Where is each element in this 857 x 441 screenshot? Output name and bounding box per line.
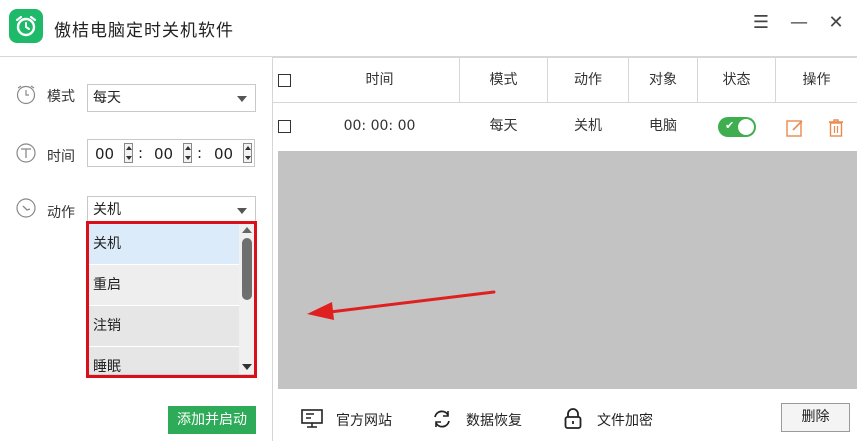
time-picker: 00 : 00 : 00 [87,139,255,167]
edit-icon[interactable] [785,118,805,138]
refresh-icon[interactable] [431,408,453,430]
row-target: 电脑 [649,118,677,134]
action-select[interactable]: 关机 [87,196,256,224]
title-bar: 傲桔电脑定时关机软件 ☰ — ✕ [0,0,857,57]
lock-icon[interactable] [563,407,583,430]
trash-icon[interactable] [826,117,846,138]
time-icon [16,143,36,163]
mode-label: 模式 [47,89,75,105]
hour-spinner[interactable] [124,143,133,163]
mode-select[interactable]: 每天 [87,84,256,112]
minute-field[interactable]: 00 [154,145,173,163]
column-header-mode: 模式 [489,72,518,88]
add-and-start-button[interactable]: 添加并启动 [168,406,256,434]
menu-icon[interactable]: ☰ [748,10,774,36]
annotation-arrow-icon [307,290,496,320]
time-separator: : [138,144,144,162]
chevron-down-icon [237,208,247,214]
clock-icon [16,85,36,105]
highlight-box [86,221,257,378]
time-separator: : [197,144,203,162]
row-checkbox[interactable] [278,120,291,133]
delete-button[interactable]: 删除 [781,403,850,432]
chevron-down-icon [237,96,247,102]
row-mode: 每天 [489,118,518,134]
action-select-value: 关机 [93,202,121,218]
alarm-clock-icon [9,9,43,43]
action-icon [16,198,36,218]
column-header-status: 状态 [722,72,751,88]
data-recovery-link[interactable]: 数据恢复 [466,410,522,430]
column-header-action: 动作 [574,72,602,88]
monitor-icon[interactable] [300,408,324,430]
minimize-button[interactable]: — [786,10,812,36]
toggle-knob [738,119,754,135]
hour-field[interactable]: 00 [95,145,114,163]
website-link[interactable]: 官方网站 [336,410,392,430]
select-all-checkbox[interactable] [278,74,291,87]
row-action: 关机 [574,118,602,134]
empty-task-area [278,151,857,389]
second-field[interactable]: 00 [214,145,233,163]
row-time: 00: 00: 00 [343,118,416,134]
time-label: 时间 [47,149,75,165]
minute-spinner[interactable] [183,143,192,163]
status-toggle[interactable]: ✔ [718,117,756,137]
file-encryption-link[interactable]: 文件加密 [597,410,653,430]
column-header-operations: 操作 [802,72,831,88]
second-spinner[interactable] [243,143,252,163]
close-button[interactable]: ✕ [823,10,849,36]
mode-select-value: 每天 [93,90,121,106]
app-title: 傲桔电脑定时关机软件 [54,21,234,41]
column-header-target: 对象 [649,72,677,88]
check-icon: ✔ [725,119,735,132]
action-label: 动作 [47,205,75,221]
column-header-time: 时间 [365,72,394,88]
